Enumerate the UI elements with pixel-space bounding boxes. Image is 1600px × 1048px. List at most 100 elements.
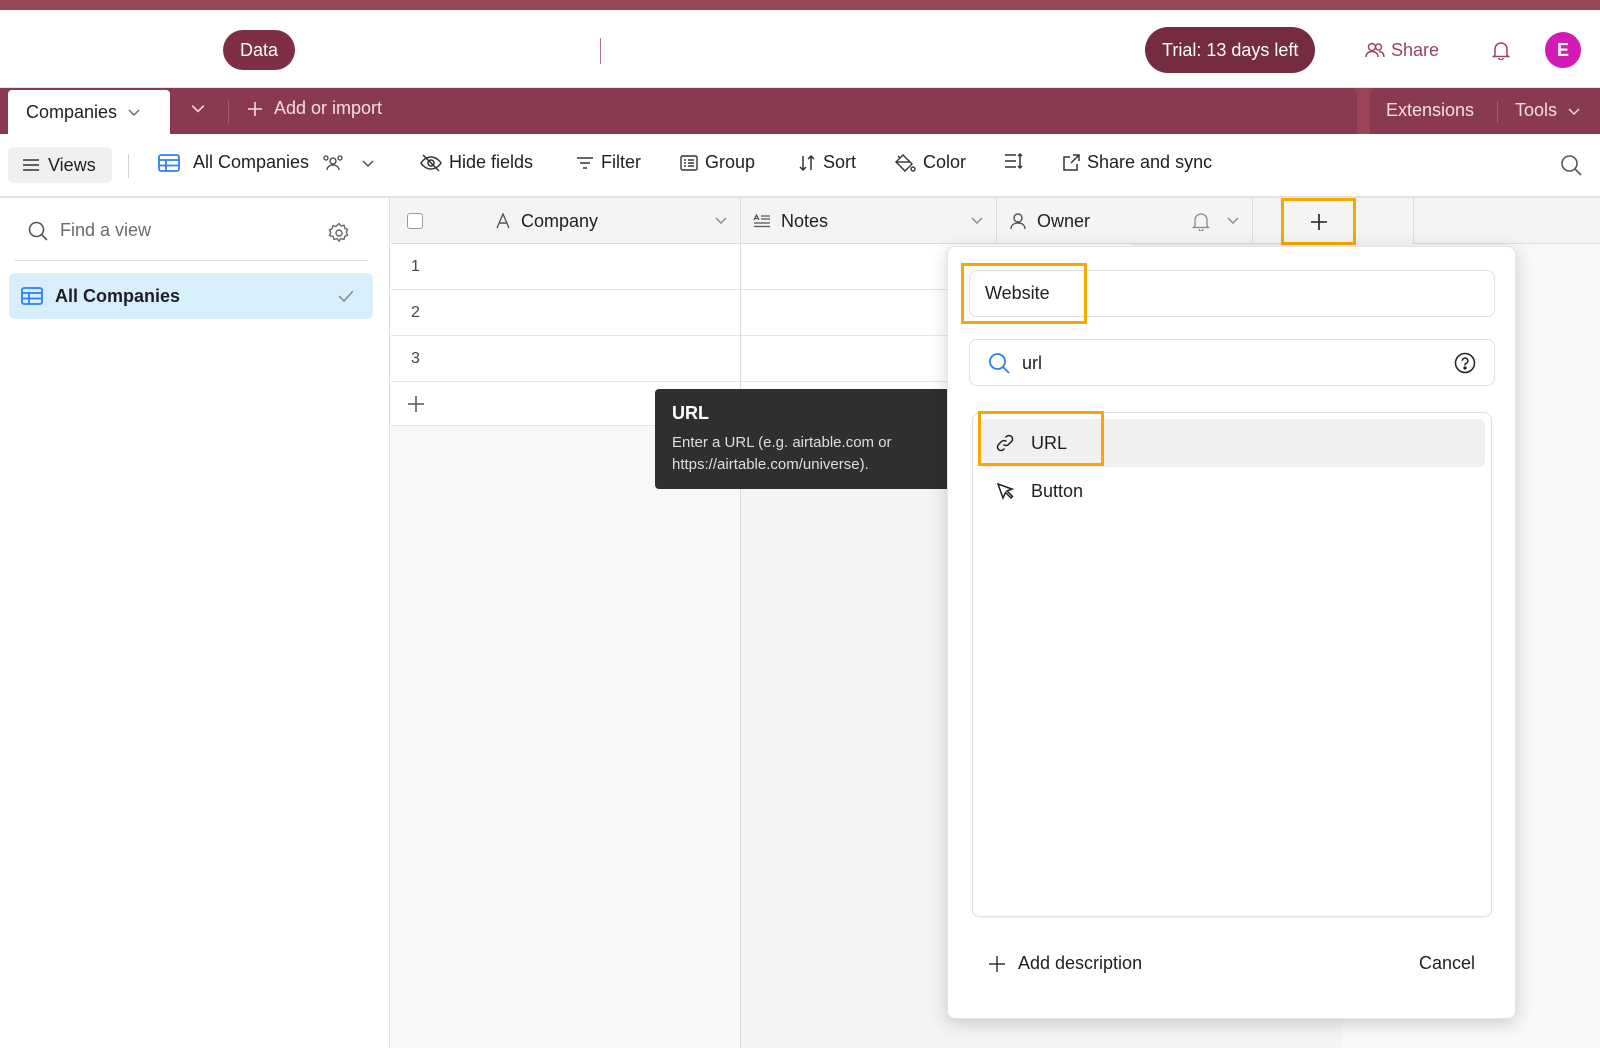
views-sidebar: All Companies xyxy=(0,198,390,1048)
grid-view-icon xyxy=(21,287,43,305)
eye-off-icon xyxy=(420,153,442,172)
add-description-label: Add description xyxy=(1018,953,1143,973)
column-label: Company xyxy=(521,210,599,231)
search-icon xyxy=(28,221,48,241)
field-type-button[interactable]: Button xyxy=(979,467,1485,515)
filter-label: Filter xyxy=(601,152,641,172)
app-name[interactable]: CRM xyxy=(76,36,130,64)
grid-view-icon xyxy=(158,153,180,172)
link-icon xyxy=(996,434,1014,452)
column-label: Owner xyxy=(1037,210,1091,231)
add-description-button[interactable]: Add description xyxy=(988,953,1142,974)
table-tab-bar: Companies Add or import Extensions Tools xyxy=(0,88,1600,134)
chevron-down-icon[interactable] xyxy=(127,105,141,119)
field-type-url[interactable]: URL xyxy=(979,419,1485,467)
chevron-down-icon[interactable] xyxy=(714,213,728,227)
search-icon[interactable] xyxy=(1560,154,1582,176)
sort-button[interactable]: Sort xyxy=(798,152,856,173)
cancel-button[interactable]: Cancel xyxy=(1419,953,1475,974)
current-view-name: All Companies xyxy=(193,152,310,172)
share-button[interactable]: Share xyxy=(1346,30,1458,70)
top-bar: CRM Data Automations Interfaces Forms He… xyxy=(0,0,1600,88)
field-type-tooltip: URL Enter a URL (e.g. airtable.com or ht… xyxy=(655,389,962,489)
filter-button[interactable]: Filter xyxy=(576,152,641,173)
view-label: All Companies xyxy=(55,285,181,306)
extensions-button[interactable]: Extensions xyxy=(1386,100,1474,121)
nav-forms[interactable]: Forms xyxy=(618,30,703,70)
briefcase-logo-icon[interactable] xyxy=(22,36,52,64)
help-button[interactable]: Help xyxy=(1048,36,1111,57)
history-icon[interactable] xyxy=(988,38,1010,60)
row-number: 1 xyxy=(411,258,420,275)
add-or-import-button[interactable]: Add or import xyxy=(246,98,382,119)
user-avatar[interactable]: E xyxy=(1543,30,1583,70)
field-type-label: Button xyxy=(1031,480,1084,501)
column-header-company[interactable]: Company xyxy=(391,198,741,244)
select-all-checkbox[interactable] xyxy=(407,213,423,229)
plus-icon xyxy=(408,396,424,412)
nav-divider xyxy=(600,38,601,64)
find-view-input[interactable] xyxy=(60,220,300,241)
field-type-search-input[interactable] xyxy=(1022,350,1422,376)
row-number: 2 xyxy=(411,304,420,321)
sidebar-divider xyxy=(14,260,368,261)
hide-fields-label: Hide fields xyxy=(449,152,534,172)
add-field-button[interactable] xyxy=(1281,198,1356,245)
bell-icon xyxy=(1192,213,1210,231)
column-header-notes[interactable]: Notes xyxy=(741,198,997,244)
plus-icon xyxy=(989,955,1005,972)
share-label: Share xyxy=(1390,39,1440,60)
find-view-field[interactable] xyxy=(28,220,300,241)
views-label: Views xyxy=(48,154,96,175)
nav-data[interactable]: Data xyxy=(223,30,296,70)
plus-icon xyxy=(248,101,262,116)
chevron-down-icon[interactable] xyxy=(970,213,984,227)
chevron-down-icon[interactable] xyxy=(1226,213,1240,227)
tools-label: Tools xyxy=(1515,100,1558,120)
tab-divider xyxy=(1497,101,1498,123)
hide-fields-button[interactable]: Hide fields xyxy=(420,152,533,173)
trial-badge[interactable]: Trial: 13 days left xyxy=(1145,27,1316,73)
chevron-down-icon[interactable] xyxy=(140,41,154,55)
share-and-sync-button[interactable]: Share and sync xyxy=(1062,152,1212,173)
more-tables-button[interactable] xyxy=(190,100,206,116)
tab-label: Companies xyxy=(26,101,118,122)
column-label: Notes xyxy=(781,210,829,231)
tools-button[interactable]: Tools xyxy=(1515,100,1581,121)
help-label: Help xyxy=(1074,36,1112,56)
text-icon xyxy=(496,213,510,229)
group-button[interactable]: Group xyxy=(680,152,755,173)
search-icon xyxy=(989,353,1010,374)
field-type-search[interactable] xyxy=(969,339,1495,386)
sort-icon xyxy=(799,154,815,171)
long-text-icon xyxy=(753,214,770,228)
chevron-down-icon xyxy=(362,160,374,167)
views-toggle-button[interactable]: Views xyxy=(8,147,112,183)
chevron-down-icon xyxy=(191,105,205,113)
row-height-icon xyxy=(1005,152,1023,170)
nav-interfaces[interactable]: Interfaces xyxy=(461,30,574,70)
column-header-owner[interactable]: Owner xyxy=(997,198,1253,244)
current-view-selector[interactable]: All Companies xyxy=(158,152,375,173)
field-type-list: URL Button xyxy=(972,412,1492,917)
info-icon[interactable] xyxy=(169,40,189,60)
external-link-icon xyxy=(1063,153,1080,171)
column-divider xyxy=(740,244,741,1048)
notifications-button[interactable] xyxy=(1481,30,1521,70)
create-field-popup: URL Button Add description Cancel xyxy=(947,246,1516,1019)
gear-icon[interactable] xyxy=(328,222,350,244)
sidebar-view-all-companies[interactable]: All Companies xyxy=(9,273,373,319)
tab-companies[interactable]: Companies xyxy=(8,90,170,134)
help-icon[interactable] xyxy=(1454,352,1476,374)
tooltip-title: URL xyxy=(672,403,709,423)
row-number: 3 xyxy=(411,350,420,367)
row-height-button[interactable] xyxy=(1004,152,1024,170)
user-icon xyxy=(1010,213,1026,230)
color-button[interactable]: Color xyxy=(894,152,966,173)
group-label: Group xyxy=(705,152,756,172)
bell-icon xyxy=(1492,42,1510,60)
paint-bucket-icon xyxy=(895,153,916,172)
share-sync-label: Share and sync xyxy=(1087,152,1213,172)
nav-automations[interactable]: Automations xyxy=(309,30,443,70)
field-name-input[interactable] xyxy=(969,270,1495,317)
